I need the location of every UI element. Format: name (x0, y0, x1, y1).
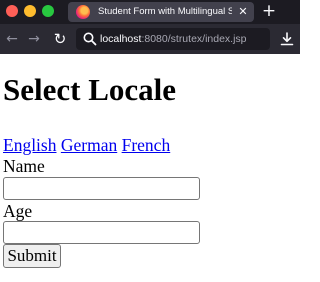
age-field[interactable] (3, 221, 200, 244)
locale-links: English German French (3, 135, 170, 155)
search-icon (83, 32, 97, 46)
url-text[interactable]: localhost:8080/strutex/index.jsp (100, 32, 266, 46)
submit-button[interactable]: Submit (3, 244, 61, 268)
url-host: localhost (100, 33, 142, 45)
name-label: Name (3, 156, 45, 176)
age-label: Age (3, 201, 33, 221)
locale-link-german[interactable]: German (61, 135, 117, 155)
tab-title: Student Form with Multilingual Supp (98, 6, 232, 17)
browser-tab-active[interactable]: Student Form with Multilingual Supp ✕ (68, 2, 254, 22)
locale-link-english[interactable]: English (3, 135, 56, 155)
url-path: :8080/strutex/index.jsp (141, 33, 247, 45)
maximize-window-button[interactable] (42, 5, 54, 17)
browser-tab-bar: Student Form with Multilingual Supp ✕ + (0, 0, 300, 24)
close-window-button[interactable] (6, 5, 18, 17)
locale-link-french[interactable]: French (122, 135, 171, 155)
forward-button[interactable]: → (24, 29, 44, 49)
firefox-icon (76, 5, 90, 19)
download-icon[interactable] (278, 30, 296, 48)
page-content: Select Locale English German French Name… (0, 54, 300, 282)
name-field[interactable] (3, 177, 200, 200)
minimize-window-button[interactable] (24, 5, 36, 17)
page-title: Select Locale (3, 72, 177, 107)
back-button[interactable]: ← (2, 29, 22, 49)
address-bar[interactable]: localhost:8080/strutex/index.jsp (76, 28, 270, 50)
reload-button[interactable]: ↻ (50, 29, 70, 49)
browser-nav-bar: ← → ↻ localhost:8080/strutex/index.jsp (0, 24, 300, 54)
tab-close-icon[interactable]: ✕ (236, 4, 250, 20)
new-tab-button[interactable]: + (258, 0, 280, 24)
